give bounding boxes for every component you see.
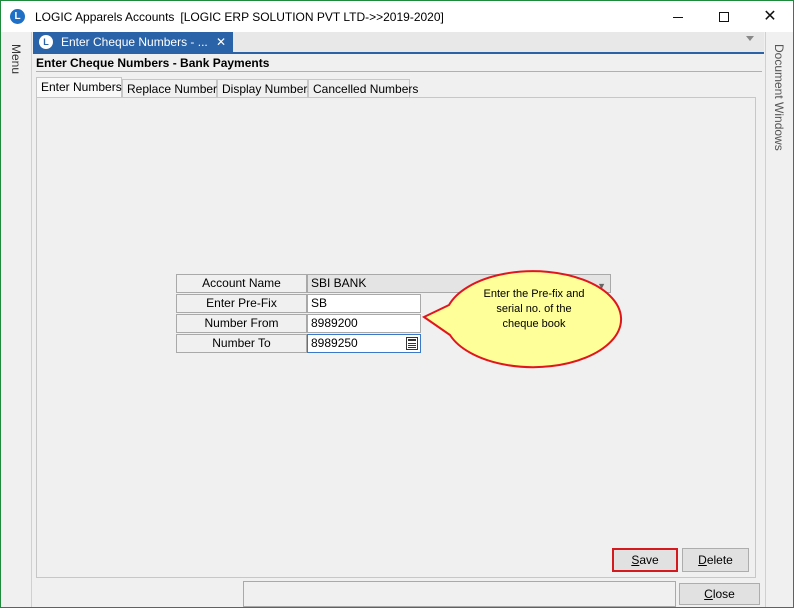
form-title-divider [36,71,762,72]
application-window: L LOGIC Apparels Accounts [LOGIC ERP SOLU… [0,0,794,608]
delete-button-mnemonic: D [698,553,707,567]
document-windows-label: Document Windows [772,44,786,151]
menu-sidebar-label: Menu [9,44,23,75]
number-to-value: 8989250 [311,336,358,350]
window-title-company: [LOGIC ERP SOLUTION PVT LTD->>2019-2020] [180,10,444,24]
document-tab-strip: L Enter Cheque Numbers - ... ✕ [33,32,764,54]
tab-enter-numbers[interactable]: Enter Numbers [36,77,122,98]
number-from-input[interactable]: 8989200 [307,314,421,333]
minimize-button[interactable] [655,1,701,32]
document-windows-sidebar[interactable]: Document Windows [765,32,793,607]
number-from-label: Number From [176,314,307,333]
title-bar: L LOGIC Apparels Accounts [LOGIC ERP SOLU… [1,1,793,32]
maximize-button[interactable] [701,1,747,32]
document-tab-close-icon[interactable]: ✕ [216,32,226,52]
number-to-label: Number To [176,334,307,353]
maximize-icon [719,12,729,23]
tab-replace-numbers[interactable]: Replace Numbers [122,79,223,98]
prefix-input[interactable]: SB [307,294,421,313]
account-name-label: Account Name [176,274,307,293]
close-icon: ✕ [763,8,777,25]
save-button-label: ave [639,553,659,567]
callout-line-1: Enter the Pre-fix and [483,288,585,300]
callout-text: Enter the Pre-fix and serial no. of the … [467,287,601,332]
menu-sidebar[interactable]: Menu [1,32,32,607]
tab-display-numbers[interactable]: Display Numbers [217,79,313,98]
window-title: LOGIC Apparels Accounts [LOGIC ERP SOLUTI… [35,10,444,24]
save-button[interactable]: Save [612,548,678,572]
tab-cancelled-numbers[interactable]: Cancelled Numbers [308,79,418,98]
document-tab-label: Enter Cheque Numbers - ... [61,35,208,49]
calculator-icon[interactable] [406,337,418,350]
close-button[interactable]: Close [679,583,760,605]
account-name-value: SBI BANK [311,276,367,290]
tab-list-dropdown-icon[interactable] [746,36,754,41]
callout-line-2: serial no. of the [496,303,572,315]
prefix-label: Enter Pre-Fix [176,294,307,313]
status-field [243,581,676,607]
close-window-button[interactable]: ✕ [747,1,793,32]
window-title-app: LOGIC Apparels Accounts [35,10,175,24]
close-button-mnemonic: C [704,587,713,601]
delete-button[interactable]: Delete [682,548,749,572]
delete-button-label: elete [706,553,733,567]
callout-line-3: cheque book [502,318,566,330]
logic-app-icon: L [10,9,25,24]
close-button-label: lose [712,587,735,601]
minimize-icon [673,16,683,18]
form-title: Enter Cheque Numbers - Bank Payments [36,56,270,70]
document-tab-enter-cheque-numbers[interactable]: L Enter Cheque Numbers - ... ✕ [33,32,233,52]
number-to-input[interactable]: 8989250 [307,334,421,353]
logic-tab-icon: L [39,35,53,49]
